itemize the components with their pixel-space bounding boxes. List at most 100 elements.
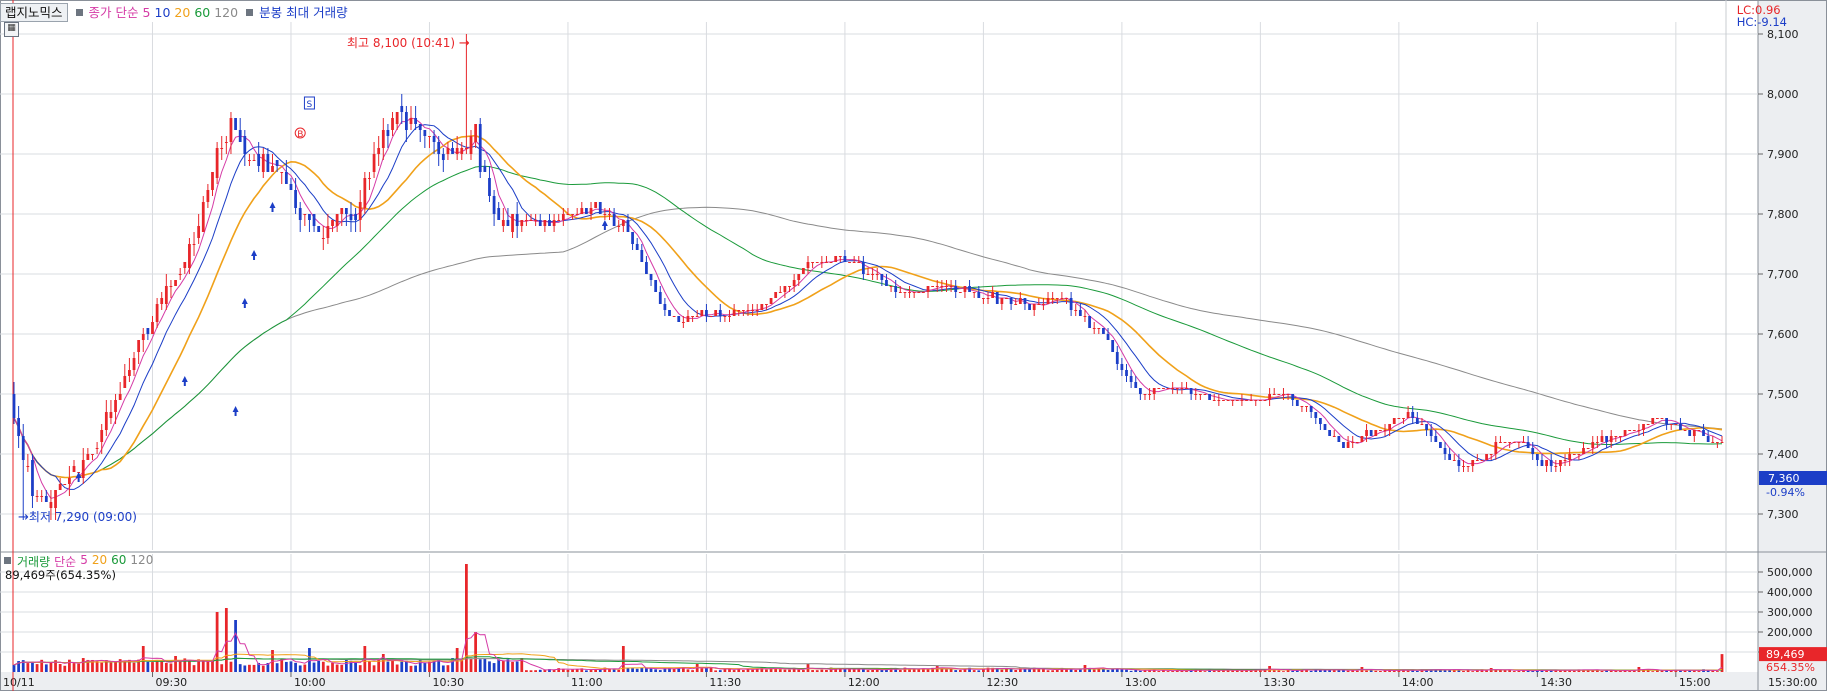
candle-body: [811, 262, 814, 263]
candle-body: [1148, 394, 1151, 395]
volume-bar: [155, 661, 159, 672]
candle-body: [164, 286, 168, 304]
candle-body: [1614, 436, 1618, 437]
candle-body: [1466, 466, 1470, 467]
volume-bar: [1065, 669, 1068, 672]
volume-bar: [409, 665, 413, 672]
candle-body: [1406, 412, 1410, 418]
candle-body: [451, 148, 454, 154]
candle-body: [1078, 310, 1082, 316]
candle-body: [478, 124, 482, 172]
candle-body: [114, 400, 117, 412]
candle-body: [1351, 442, 1355, 443]
candle-body: [1231, 400, 1235, 401]
volume-bar: [571, 669, 574, 672]
candle-body: [474, 124, 478, 142]
volume-bar: [460, 659, 464, 672]
candle-body: [1309, 406, 1313, 412]
legend-marker-icon: [246, 8, 254, 16]
volume-bar: [243, 665, 247, 672]
candle-body: [298, 208, 302, 220]
candle-body: [1134, 382, 1138, 388]
candle-body: [1286, 394, 1290, 395]
time-tick-label: 11:00: [571, 676, 603, 689]
candle-body: [418, 124, 422, 130]
time-tick-label: 13:00: [1125, 676, 1157, 689]
candle-body: [548, 220, 551, 226]
volume-bar: [141, 646, 145, 672]
candle-body: [645, 262, 648, 274]
volume-bar: [631, 668, 634, 672]
volume-bar: [1277, 670, 1281, 672]
candle-body: [1189, 388, 1193, 394]
candle-body: [903, 292, 907, 293]
grid-tool-icon[interactable]: ▦: [4, 22, 19, 37]
candle-body: [728, 316, 731, 317]
candle-body: [1706, 436, 1710, 442]
candle-body: [1531, 448, 1535, 454]
volume-bar: [811, 670, 814, 672]
time-tick-label: 13:30: [1263, 676, 1295, 689]
volume-bar: [1078, 669, 1082, 672]
candle-body: [1055, 298, 1059, 299]
stock-chart[interactable]: 8,100 8,000 7,900 7,800 7,700 7,600 7,500 7,400…: [0, 0, 1827, 691]
price-tick-label: 7,800: [1767, 208, 1799, 221]
volume-bar: [220, 664, 224, 672]
candle-body: [1175, 388, 1179, 389]
time-tick-label: 15:00: [1679, 676, 1711, 689]
candle-body: [1314, 412, 1318, 418]
candle-body: [538, 220, 542, 226]
candle-body: [557, 220, 561, 221]
candle-body: [308, 214, 311, 220]
candle-body: [1688, 430, 1692, 436]
candle-body: [995, 292, 999, 304]
candle-body: [700, 310, 704, 316]
candle-body: [349, 214, 353, 220]
candle-body: [1152, 388, 1156, 394]
volume-bar: [164, 662, 168, 672]
volume-bar: [732, 670, 736, 672]
stock-name[interactable]: 랩지노믹스: [0, 2, 68, 22]
volume-bar: [1129, 670, 1133, 672]
date-label: 10/11: [3, 676, 35, 689]
candle-body: [1009, 298, 1013, 304]
candle-body: [1411, 412, 1415, 418]
legend-volume: 거래량: [313, 4, 348, 20]
candle-body: [1434, 436, 1438, 442]
candle-body: [552, 220, 556, 226]
candle-body: [797, 274, 801, 280]
volume-tick-label: 200,000: [1767, 626, 1813, 639]
candle-body: [1125, 370, 1128, 376]
volume-bar: [945, 669, 948, 672]
candle-body: [40, 496, 44, 497]
price-tick-label: 7,300: [1767, 508, 1799, 521]
volume-bar: [1512, 671, 1516, 672]
candle-body: [1651, 418, 1655, 424]
candle-body: [1138, 388, 1142, 394]
candle-body: [275, 160, 279, 166]
volume-bar: [714, 670, 718, 672]
candle-body: [1679, 424, 1682, 430]
candle-body: [1129, 376, 1133, 382]
legend-ma20: 20: [174, 4, 191, 20]
candle-body: [848, 262, 851, 263]
candle-body: [714, 310, 718, 316]
candle-body: [769, 298, 773, 304]
volume-bar: [483, 658, 487, 672]
volume-bar: [658, 670, 662, 672]
candle-body: [1203, 394, 1207, 395]
candle-body: [543, 220, 547, 226]
candle-body: [875, 274, 879, 275]
price-tick-label: 7,700: [1767, 268, 1799, 281]
volume-bar: [358, 665, 362, 672]
candle-body: [1180, 388, 1184, 389]
candle-body: [35, 496, 39, 497]
candle-body: [1642, 424, 1645, 430]
candle-body: [248, 160, 251, 161]
candle-body: [640, 250, 644, 262]
time-tick-label: 11:30: [709, 676, 741, 689]
candle-body: [972, 292, 976, 293]
candle-body: [169, 286, 173, 287]
candle-body: [414, 118, 417, 124]
candle-body: [1028, 304, 1031, 310]
